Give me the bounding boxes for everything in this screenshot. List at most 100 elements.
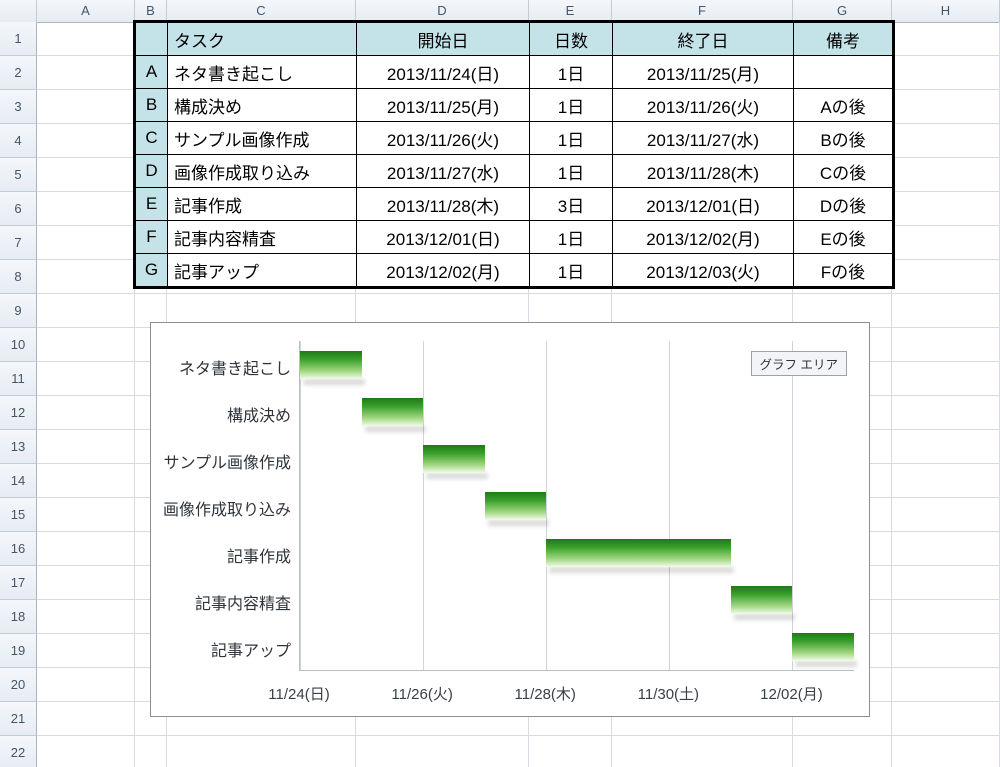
col-header-B[interactable]: B xyxy=(135,0,167,22)
cell[interactable] xyxy=(37,634,135,668)
cell[interactable] xyxy=(37,396,135,430)
cell-start[interactable]: 2013/12/02(月) xyxy=(357,254,530,287)
cell[interactable] xyxy=(892,90,1000,124)
cell[interactable] xyxy=(612,736,793,767)
cell-days[interactable]: 1日 xyxy=(530,254,613,287)
cell[interactable] xyxy=(892,600,1000,634)
row-header[interactable]: 15 xyxy=(0,498,37,532)
cell[interactable] xyxy=(37,736,135,767)
row-header[interactable]: 17 xyxy=(0,566,37,600)
row-header[interactable]: 1 xyxy=(0,22,37,56)
row-header[interactable]: 5 xyxy=(0,158,37,192)
row-header[interactable]: 10 xyxy=(0,328,37,362)
task-table[interactable]: タスク 開始日 日数 終了日 備考 A ネタ書き起こし 2013/11/24(日… xyxy=(135,22,893,287)
cell[interactable] xyxy=(892,464,1000,498)
chart-bar[interactable] xyxy=(546,539,731,567)
cell[interactable] xyxy=(37,90,135,124)
cell-start[interactable]: 2013/11/25(月) xyxy=(357,89,530,122)
cell[interactable] xyxy=(37,158,135,192)
cell-end[interactable]: 2013/12/02(月) xyxy=(613,221,794,254)
cell-start[interactable]: 2013/12/01(日) xyxy=(357,221,530,254)
cell[interactable] xyxy=(892,192,1000,226)
cell[interactable] xyxy=(37,532,135,566)
row-header[interactable]: 2 xyxy=(0,56,37,90)
cell[interactable] xyxy=(892,124,1000,158)
chart-bar[interactable] xyxy=(792,633,854,661)
cell[interactable] xyxy=(37,328,135,362)
cell[interactable] xyxy=(793,736,892,767)
col-header-F[interactable]: F xyxy=(612,0,793,22)
table-row[interactable]: G 記事アップ 2013/12/02(月) 1日 2013/12/03(火) F… xyxy=(136,254,893,287)
cell[interactable] xyxy=(37,566,135,600)
cell-start[interactable]: 2013/11/28(木) xyxy=(357,188,530,221)
cell-end[interactable]: 2013/11/27(水) xyxy=(613,122,794,155)
cell-note[interactable]: Cの後 xyxy=(794,155,893,188)
row-header[interactable]: 21 xyxy=(0,702,37,736)
row-header[interactable]: 4 xyxy=(0,124,37,158)
table-row[interactable]: F 記事内容精査 2013/12/01(日) 1日 2013/12/02(月) … xyxy=(136,221,893,254)
chart-bar[interactable] xyxy=(362,398,424,426)
cell-start[interactable]: 2013/11/26(火) xyxy=(357,122,530,155)
cell[interactable] xyxy=(892,668,1000,702)
cell[interactable] xyxy=(892,736,1000,767)
cell-id[interactable]: D xyxy=(136,155,168,188)
cell[interactable] xyxy=(892,498,1000,532)
cell[interactable] xyxy=(37,668,135,702)
cell[interactable] xyxy=(37,362,135,396)
row-header[interactable]: 12 xyxy=(0,396,37,430)
cell-task[interactable]: ネタ書き起こし xyxy=(168,56,357,89)
cell-note[interactable]: Fの後 xyxy=(794,254,893,287)
col-header-A[interactable]: A xyxy=(37,0,135,22)
cell[interactable] xyxy=(37,702,135,736)
row-header[interactable]: 11 xyxy=(0,362,37,396)
cell-end[interactable]: 2013/11/26(火) xyxy=(613,89,794,122)
row-header[interactable]: 13 xyxy=(0,430,37,464)
cell-end[interactable]: 2013/11/28(木) xyxy=(613,155,794,188)
cell-end[interactable]: 2013/12/03(火) xyxy=(613,254,794,287)
cell-note[interactable]: Bの後 xyxy=(794,122,893,155)
row-header[interactable]: 22 xyxy=(0,736,37,767)
cell[interactable] xyxy=(37,192,135,226)
col-header-E[interactable]: E xyxy=(529,0,612,22)
cell-id[interactable]: F xyxy=(136,221,168,254)
cell[interactable] xyxy=(892,396,1000,430)
col-header-H[interactable]: H xyxy=(892,0,1000,22)
cell-days[interactable]: 1日 xyxy=(530,89,613,122)
cell-days[interactable]: 1日 xyxy=(530,155,613,188)
cell-id[interactable]: C xyxy=(136,122,168,155)
cell[interactable] xyxy=(37,226,135,260)
chart-bar[interactable] xyxy=(300,351,362,379)
cell[interactable] xyxy=(37,22,135,56)
row-header[interactable]: 7 xyxy=(0,226,37,260)
cell-id[interactable]: B xyxy=(136,89,168,122)
cell-end[interactable]: 2013/11/25(月) xyxy=(613,56,794,89)
cell[interactable] xyxy=(892,566,1000,600)
cell[interactable] xyxy=(37,464,135,498)
cell[interactable] xyxy=(135,736,167,767)
cell[interactable] xyxy=(37,260,135,294)
cell-days[interactable]: 1日 xyxy=(530,56,613,89)
cell-note[interactable]: Aの後 xyxy=(794,89,893,122)
chart-bar[interactable] xyxy=(423,445,485,473)
cell[interactable] xyxy=(892,634,1000,668)
cell-end[interactable]: 2013/12/01(日) xyxy=(613,188,794,221)
cell-task[interactable]: サンプル画像作成 xyxy=(168,122,357,155)
chart-bar[interactable] xyxy=(731,586,793,614)
row-header[interactable]: 19 xyxy=(0,634,37,668)
table-row[interactable]: C サンプル画像作成 2013/11/26(火) 1日 2013/11/27(水… xyxy=(136,122,893,155)
cell-note[interactable]: Eの後 xyxy=(794,221,893,254)
cell-task[interactable]: 記事作成 xyxy=(168,188,357,221)
cell[interactable] xyxy=(37,498,135,532)
cell[interactable] xyxy=(892,22,1000,56)
cell-note[interactable]: Dの後 xyxy=(794,188,893,221)
cell[interactable] xyxy=(37,430,135,464)
cell-days[interactable]: 3日 xyxy=(530,188,613,221)
cell[interactable] xyxy=(37,56,135,90)
cell[interactable] xyxy=(37,600,135,634)
row-header[interactable]: 9 xyxy=(0,294,37,328)
row-header[interactable]: 16 xyxy=(0,532,37,566)
gantt-chart[interactable]: グラフ エリア 11/24(日)11/26(火)11/28(木)11/30(土)… xyxy=(150,322,870,717)
row-header[interactable]: 8 xyxy=(0,260,37,294)
table-row[interactable]: B 構成決め 2013/11/25(月) 1日 2013/11/26(火) Aの… xyxy=(136,89,893,122)
select-all-corner[interactable] xyxy=(0,0,37,22)
